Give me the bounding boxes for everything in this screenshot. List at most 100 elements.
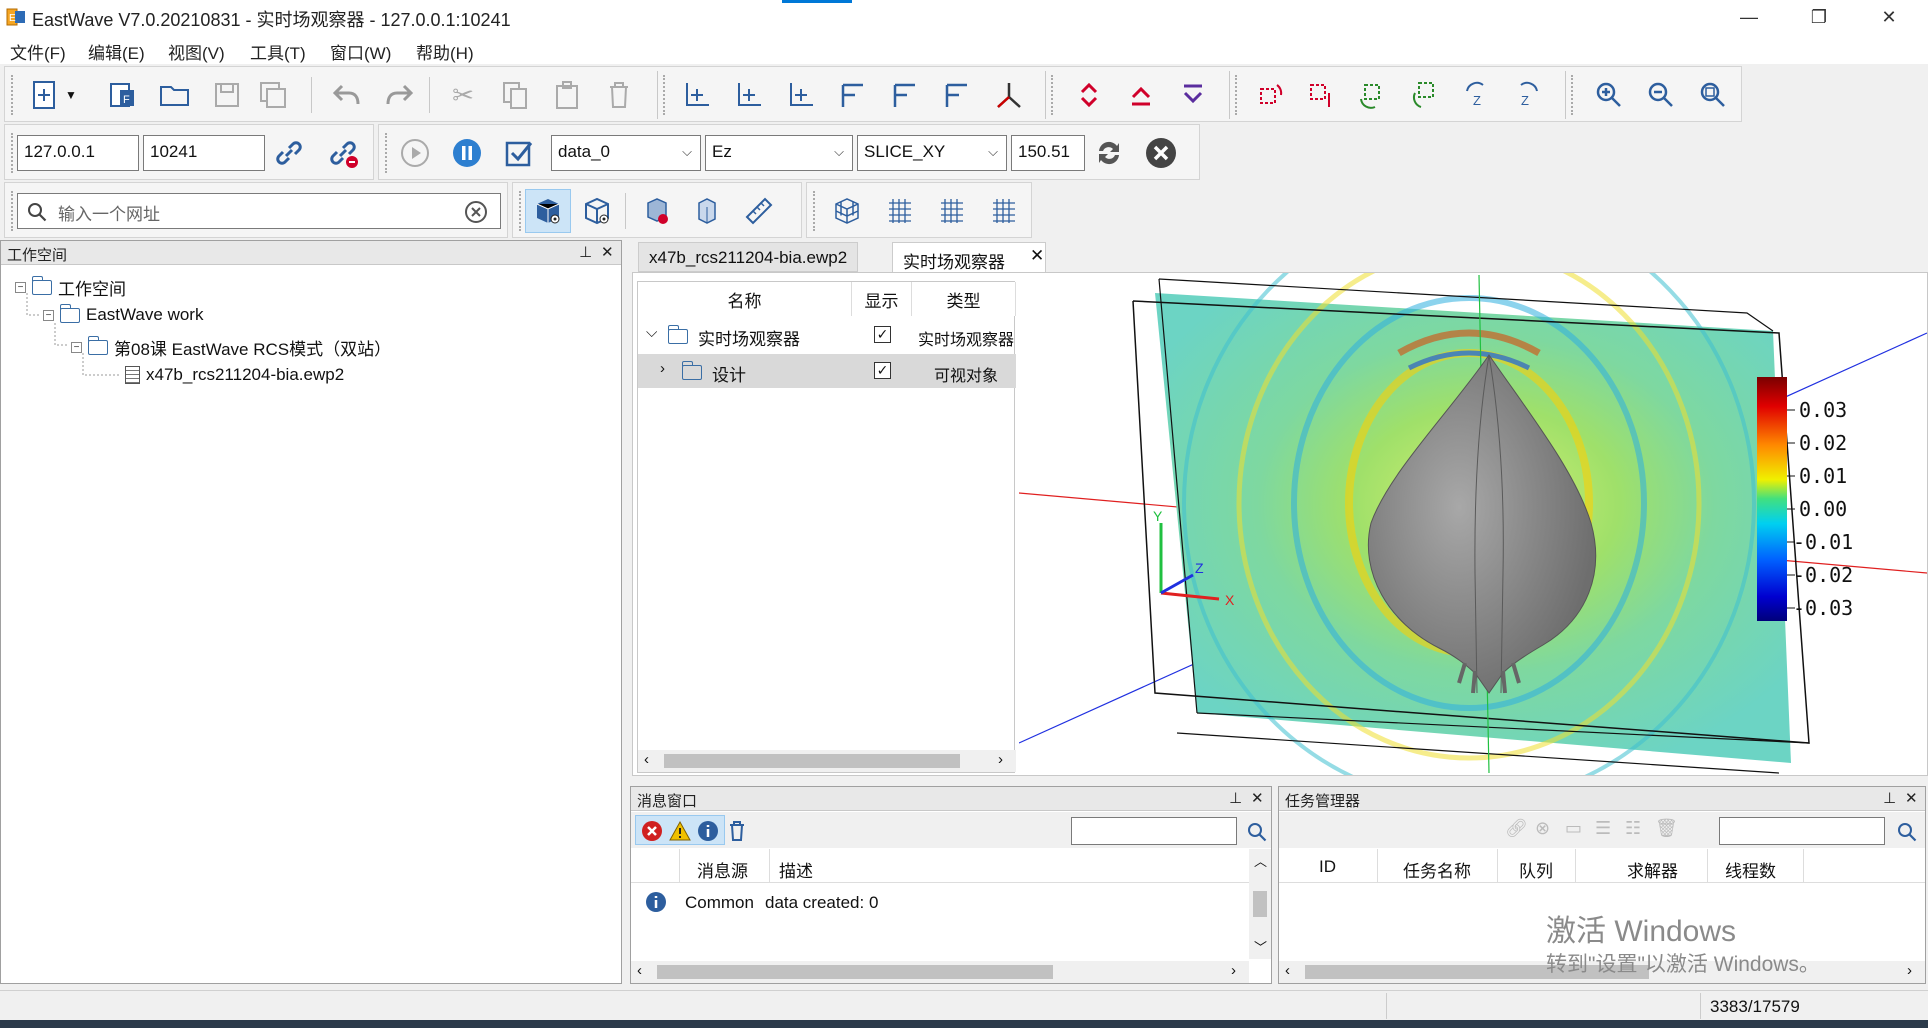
stop-icon[interactable]: ⊗ <box>1535 818 1550 839</box>
column-header-name[interactable]: 名称 <box>638 282 852 316</box>
url-search-input[interactable]: 输入一个网址 <box>17 193 501 229</box>
scroll-thumb[interactable] <box>664 754 960 768</box>
data-select[interactable]: data_0 ⌵ <box>551 135 701 171</box>
column-header-threads[interactable]: 线程数 <box>1725 857 1776 882</box>
solid-view-button[interactable] <box>525 189 571 233</box>
column-header-source[interactable]: 消息源 <box>697 857 748 882</box>
move-up-down-button[interactable] <box>1069 75 1109 115</box>
slice-value-input[interactable]: 150.51 <box>1011 135 1085 171</box>
paste-button[interactable] <box>547 75 587 115</box>
rotate-x-reverse-button[interactable] <box>1301 75 1341 115</box>
close-panel-icon[interactable]: ✕ <box>1251 789 1264 807</box>
connect-button[interactable] <box>269 133 309 173</box>
plane-xz-button[interactable] <box>885 75 925 115</box>
3d-viewport[interactable]: Y X Z 0.03 0.02 0.01 0.00 -0.01 -0.02 -0… <box>1019 273 1927 775</box>
hide-object-button[interactable] <box>637 191 677 231</box>
new-project-button[interactable]: F <box>103 75 143 115</box>
tree-item-file[interactable]: x47b_rcs211204-bia.ewp2 <box>125 365 344 385</box>
toolbar-grip[interactable] <box>663 75 667 115</box>
disconnect-button[interactable] <box>323 133 363 173</box>
plane-zy-button[interactable] <box>937 75 977 115</box>
open-button[interactable] <box>155 75 195 115</box>
confirm-button[interactable] <box>499 133 539 173</box>
scroll-thumb[interactable] <box>1253 891 1267 917</box>
chevron-right-icon[interactable]: › <box>660 360 665 377</box>
column-header-solver[interactable]: 求解器 <box>1627 857 1678 882</box>
move-down-button[interactable] <box>1173 75 1213 115</box>
host-input[interactable]: 127.0.0.1 <box>17 135 139 171</box>
measure-button[interactable] <box>739 191 779 231</box>
toolbar-grip[interactable] <box>11 133 15 173</box>
plane-yx-button[interactable] <box>833 75 873 115</box>
toolbar-grip[interactable] <box>1051 75 1055 115</box>
table-row[interactable]: › 设计 ✓ 可视对象 <box>638 354 1016 388</box>
port-input[interactable]: 10241 <box>143 135 265 171</box>
rotate-y-button[interactable] <box>1353 75 1393 115</box>
link-icon[interactable]: 🔗︎ <box>1505 818 1528 839</box>
pin-icon[interactable]: ⊥ <box>1229 789 1242 807</box>
grid-x-button[interactable] <box>879 191 919 231</box>
add-y-axis-button[interactable] <box>781 75 821 115</box>
grid-z-button[interactable] <box>983 191 1023 231</box>
pin-icon[interactable]: ⊥ <box>1883 789 1896 807</box>
close-panel-icon[interactable]: ✕ <box>1905 789 1918 807</box>
warning-filter-icon[interactable] <box>669 820 691 842</box>
rotate-x-button[interactable] <box>1251 75 1291 115</box>
task-search-input[interactable] <box>1719 817 1885 845</box>
toolbar-grip[interactable] <box>1571 75 1575 115</box>
redo-button[interactable] <box>379 75 419 115</box>
zoom-fit-button[interactable] <box>1693 75 1733 115</box>
grid-y-button[interactable] <box>931 191 971 231</box>
search-icon[interactable] <box>1897 822 1917 842</box>
display-checkbox[interactable]: ✓ <box>874 362 891 379</box>
tab-realtime-observer[interactable]: 实时场观察器 <box>892 242 1046 272</box>
scroll-down-icon[interactable]: ﹀ <box>1254 937 1267 956</box>
undo-button[interactable] <box>327 75 367 115</box>
refresh-button[interactable] <box>1089 133 1129 173</box>
close-tab-icon[interactable]: ✕ <box>1030 246 1044 266</box>
menu-view[interactable]: 视图(V) <box>168 39 225 64</box>
rotate-y-reverse-button[interactable] <box>1405 75 1445 115</box>
scroll-left-icon[interactable]: ‹ <box>644 751 649 768</box>
column-header-task-name[interactable]: 任务名称 <box>1403 857 1471 882</box>
table-row[interactable]: ⌵ 实时场观察器 ✓ 实时场观察器 <box>638 318 1016 352</box>
clear-search-icon[interactable] <box>465 201 487 223</box>
box-view-button[interactable] <box>687 191 727 231</box>
cut-button[interactable]: ✂ <box>443 75 483 115</box>
new-file-button[interactable] <box>25 75 65 115</box>
minimize-button[interactable]: — <box>1720 0 1778 34</box>
restore-button[interactable]: ❐ <box>1790 0 1848 34</box>
toolbar-grip[interactable] <box>385 133 389 173</box>
menu-file[interactable]: 文件(F) <box>10 39 66 64</box>
details-icon[interactable]: ☷ <box>1625 818 1641 839</box>
display-checkbox[interactable]: ✓ <box>874 326 891 343</box>
zoom-out-button[interactable] <box>1641 75 1681 115</box>
scroll-left-icon[interactable]: ‹ <box>637 962 642 979</box>
chevron-down-icon[interactable]: ⌵ <box>646 324 657 341</box>
wire-view-button[interactable] <box>577 191 617 231</box>
error-filter-icon[interactable] <box>641 820 663 842</box>
new-file-dropdown[interactable]: ▼ <box>61 75 81 115</box>
scroll-up-icon[interactable]: ︿ <box>1254 851 1267 870</box>
horizontal-scrollbar[interactable]: ‹ › <box>638 750 1016 772</box>
scroll-right-icon[interactable]: › <box>998 751 1003 768</box>
save-button[interactable] <box>207 75 247 115</box>
search-icon[interactable] <box>1247 822 1267 842</box>
menu-help[interactable]: 帮助(H) <box>416 39 474 64</box>
column-header-type[interactable]: 类型 <box>912 282 1016 316</box>
vertical-scrollbar[interactable]: ︿ ﹀ <box>1249 849 1271 959</box>
delete-button[interactable] <box>599 75 639 115</box>
column-header-description[interactable]: 描述 <box>779 857 813 882</box>
message-search-input[interactable] <box>1071 817 1237 845</box>
column-header-display[interactable]: 显示 <box>852 282 912 316</box>
save-all-button[interactable] <box>253 75 293 115</box>
list-icon[interactable]: ☰ <box>1595 818 1611 839</box>
tab-project-file[interactable]: x47b_rcs211204-bia.ewp2 <box>638 242 859 272</box>
column-header-id[interactable]: ID <box>1319 857 1336 877</box>
pause-button[interactable] <box>447 133 487 173</box>
trash-icon[interactable] <box>727 820 747 842</box>
move-up-button[interactable] <box>1121 75 1161 115</box>
rotate-z-reverse-button[interactable]: Z <box>1507 75 1547 115</box>
slice-select[interactable]: SLICE_XY ⌵ <box>857 135 1007 171</box>
menu-edit[interactable]: 编辑(E) <box>88 39 145 64</box>
